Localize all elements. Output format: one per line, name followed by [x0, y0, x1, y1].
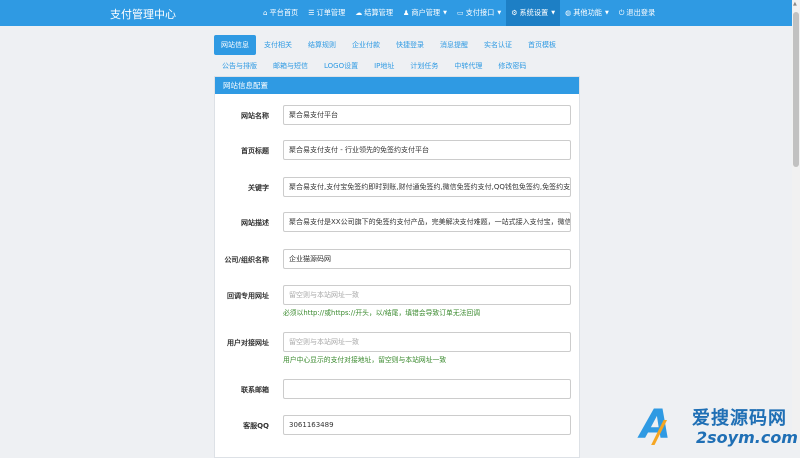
- settings-tabs: 网站信息 支付相关 结算规则 企业付款 快捷登录 消息提醒 实名认证 首页模板 …: [214, 35, 580, 77]
- globe-icon: ◍: [565, 9, 572, 17]
- tab-change-password[interactable]: 修改密码: [490, 56, 534, 76]
- home-title-label: 首页标题: [241, 147, 269, 155]
- company-input[interactable]: 企业猫源码网: [283, 249, 571, 269]
- panel-title: 网站信息配置: [215, 77, 579, 94]
- tab-announcement[interactable]: 公告与排版: [214, 56, 265, 76]
- power-icon: ⏻: [618, 9, 625, 17]
- site-name-input[interactable]: 聚合易支付平台: [283, 105, 571, 125]
- tab-notifications[interactable]: 消息提醒: [432, 35, 476, 55]
- callback-url-help: 必须以http://或https://开头，以/结尾，填错会导致订单无法回调: [283, 309, 481, 317]
- chevron-down-icon: ▼: [497, 10, 502, 16]
- nav-item-home[interactable]: ⌂ 平台首页: [258, 0, 303, 26]
- tab-quick-login[interactable]: 快捷登录: [388, 35, 432, 55]
- scroll-up-arrow-icon[interactable]: ▲: [793, 1, 797, 7]
- nav-item-logout[interactable]: ⏻ 退出登录: [614, 0, 660, 26]
- scroll-thumb[interactable]: [793, 12, 799, 167]
- api-url-help: 用户中心显示的支付对接地址，留空则与本站网址一致: [283, 356, 447, 364]
- nav-item-label: 支付接口: [465, 8, 495, 17]
- tab-realname[interactable]: 实名认证: [476, 35, 520, 55]
- site-name-label: 网站名称: [241, 112, 269, 120]
- keywords-label: 关键字: [248, 184, 269, 192]
- wallet-icon: ▭: [456, 9, 464, 17]
- callback-url-input[interactable]: 留空则与本站网址一致: [283, 285, 571, 305]
- api-url-label: 用户对接网址: [227, 339, 269, 347]
- tab-cron[interactable]: 计划任务: [402, 56, 446, 76]
- nav-item-label: 其他功能: [573, 8, 602, 17]
- nav-item-settlement[interactable]: ☁ 结算管理: [350, 0, 398, 26]
- watermark: A / 爱搜源码网 2soym.com: [640, 400, 800, 450]
- nav-item-merchants[interactable]: ♟ 商户管理 ▼: [398, 0, 452, 26]
- top-navbar: 支付管理中心 ⌂ 平台首页 ☰ 订单管理 ☁ 结算管理 ♟ 商户管理 ▼ ▭ 支…: [0, 0, 792, 26]
- nav-item-label: 结算管理: [364, 8, 394, 17]
- nav-item-system-settings[interactable]: ⚙ 系统设置 ▼: [506, 0, 561, 26]
- nav-item-label: 商户管理: [411, 8, 441, 17]
- nav-menu: ⌂ 平台首页 ☰ 订单管理 ☁ 结算管理 ♟ 商户管理 ▼ ▭ 支付接口 ▼ ⚙…: [258, 0, 660, 26]
- description-label: 网站描述: [241, 219, 269, 227]
- chevron-down-icon: ▼: [551, 10, 556, 16]
- nav-item-label: 系统设置: [519, 8, 549, 17]
- cloud-icon: ☁: [355, 9, 363, 17]
- tab-ip[interactable]: IP地址: [366, 56, 402, 76]
- nav-item-orders[interactable]: ☰ 订单管理: [303, 0, 350, 26]
- email-input[interactable]: [283, 379, 571, 399]
- company-label: 公司/组织名称: [224, 256, 269, 264]
- watermark-cn-text: 爱搜源码网: [692, 408, 787, 429]
- tab-row-1: 网站信息 支付相关 结算规则 企业付款 快捷登录 消息提醒 实名认证 首页模板: [214, 35, 580, 55]
- qq-input[interactable]: 3061163489: [283, 415, 571, 435]
- keywords-input[interactable]: 聚合易支付,支付宝免签约即时到账,财付通免签约,微信免签约支付,QQ钱包免签约,…: [283, 177, 571, 197]
- nav-item-label: 订单管理: [316, 8, 346, 17]
- callback-url-label: 回调专用网址: [227, 292, 269, 300]
- watermark-en-text: 2soym.com: [696, 428, 798, 447]
- email-label: 联系邮箱: [241, 386, 269, 394]
- tab-settlement-rules[interactable]: 结算规则: [300, 35, 344, 55]
- list-icon: ☰: [308, 9, 315, 17]
- site-info-panel: 网站信息配置 网站名称 聚合易支付平台 首页标题 聚合易支付支付 - 行业领先的…: [214, 76, 580, 458]
- watermark-logo-icon: A /: [640, 402, 671, 450]
- home-title-input[interactable]: 聚合易支付支付 - 行业领先的免签约支付平台: [283, 140, 571, 160]
- brand-title[interactable]: 支付管理中心: [110, 6, 176, 22]
- home-icon: ⌂: [263, 9, 268, 17]
- gear-icon: ⚙: [511, 9, 518, 17]
- tab-home-template[interactable]: 首页模板: [520, 35, 564, 55]
- page-scrollbar[interactable]: ▲: [792, 0, 800, 450]
- tab-email-sms[interactable]: 邮箱与短信: [265, 56, 316, 76]
- tab-payment[interactable]: 支付相关: [256, 35, 300, 55]
- chevron-down-icon: ▼: [443, 10, 447, 16]
- api-url-input[interactable]: 留空则与本站网址一致: [283, 332, 571, 352]
- chevron-down-icon: ▼: [604, 10, 609, 16]
- tab-row-2: 公告与排版 邮箱与短信 LOGO设置 IP地址 计划任务 中转代理 修改密码: [214, 56, 580, 76]
- tab-logo[interactable]: LOGO设置: [316, 56, 366, 76]
- nav-item-label: 平台首页: [269, 8, 299, 17]
- nav-item-other[interactable]: ◍ 其他功能 ▼: [560, 0, 614, 26]
- nav-item-label: 退出登录: [626, 8, 656, 17]
- tab-enterprise-payment[interactable]: 企业付款: [344, 35, 388, 55]
- nav-item-payment-api[interactable]: ▭ 支付接口 ▼: [452, 0, 506, 26]
- qq-label: 客服QQ: [243, 422, 269, 430]
- tab-site-info[interactable]: 网站信息: [214, 35, 256, 55]
- tab-proxy[interactable]: 中转代理: [446, 56, 490, 76]
- user-icon: ♟: [403, 9, 410, 17]
- description-input[interactable]: 聚合易支付是XX公司旗下的免签约支付产品，完美解决支付难题，一站式接入支付宝，微…: [283, 212, 571, 232]
